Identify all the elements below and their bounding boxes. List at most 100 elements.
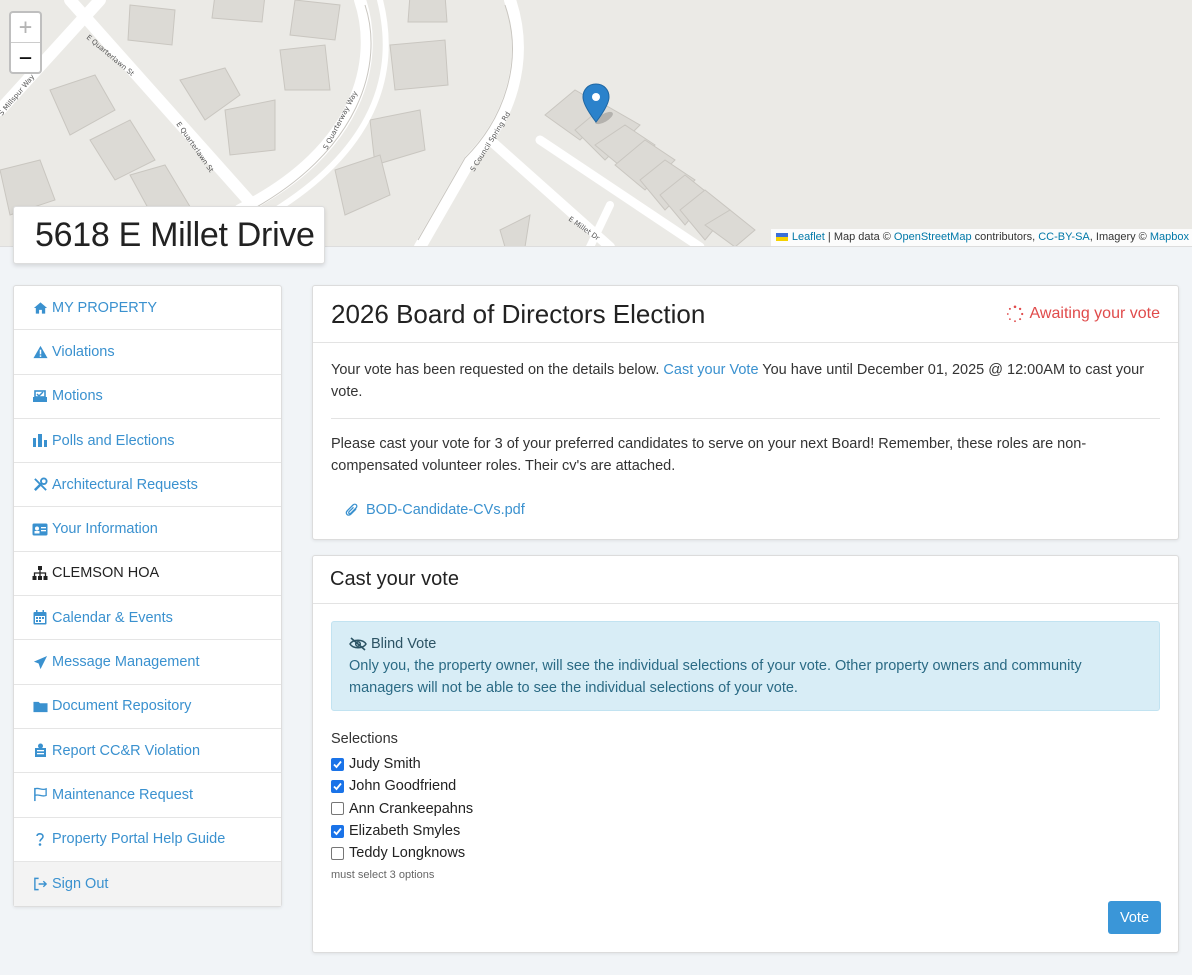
attribution-text: , Imagery ©: [1089, 231, 1150, 243]
ballot-icon: [32, 433, 48, 449]
candidate-option[interactable]: John Goodfriend: [313, 775, 1178, 797]
address-card: 5618 E Millet Drive: [13, 206, 325, 264]
candidate-option[interactable]: Judy Smith: [313, 753, 1178, 775]
sign-out-icon: [32, 876, 48, 892]
vote-title: Cast your vote: [330, 568, 459, 590]
sidebar-item-maintenance-request[interactable]: Maintenance Request: [14, 773, 281, 818]
checkbox-unchecked[interactable]: [331, 802, 344, 816]
warning-icon: [32, 344, 48, 360]
attribution-text: | Map data ©: [824, 231, 894, 243]
alert-title-text: Blind Vote: [371, 636, 437, 652]
report-icon: [32, 743, 48, 759]
selections-label: Selections: [331, 731, 398, 747]
attachment-link[interactable]: BOD-Candidate-CVs.pdf: [331, 499, 1160, 521]
sidebar-item-label: CLEMSON HOA: [52, 565, 160, 582]
leaflet-link[interactable]: Leaflet: [792, 231, 825, 243]
alert-text: Only you, the property owner, will see t…: [349, 658, 1082, 696]
id-card-icon: [32, 521, 48, 537]
license-link[interactable]: CC-BY-SA: [1038, 231, 1090, 243]
status-badge: Awaiting your vote: [1006, 305, 1160, 323]
inbox-icon: [32, 388, 48, 404]
sidebar-item-my-property[interactable]: MY PROPERTY: [14, 286, 281, 331]
mapbox-link[interactable]: Mapbox: [1150, 231, 1189, 243]
candidate-list: Judy Smith John Goodfriend Ann Crankeepahn…: [313, 753, 1178, 864]
sidebar-item-your-information[interactable]: Your Information: [14, 507, 281, 552]
map-attribution: Leaflet | Map data © OpenStreetMap contr…: [770, 229, 1192, 246]
help-icon: [32, 831, 48, 847]
checkbox-checked[interactable]: [331, 779, 344, 793]
flag-icon: [32, 787, 48, 803]
election-panel: 2026 Board of Directors Election Awaitin…: [312, 285, 1179, 540]
sidebar-nav: MY PROPERTY Violations Motions Polls and…: [13, 285, 282, 908]
election-title: 2026 Board of Directors Election: [331, 298, 706, 329]
property-address: 5618 E Millet Drive: [35, 215, 315, 254]
sidebar-item-label: Document Repository: [52, 698, 192, 715]
candidate-option[interactable]: Teddy Longknows: [313, 842, 1178, 864]
election-description: Please cast your vote for 3 of your pref…: [331, 436, 1087, 474]
sitemap-icon: [32, 565, 48, 581]
alert-title: Blind Vote: [349, 633, 1142, 655]
election-intro: Your vote has been requested on the deta…: [331, 359, 1160, 403]
sidebar-item-help-guide[interactable]: Property Portal Help Guide: [14, 818, 281, 862]
sidebar-item-label: Motions: [52, 388, 103, 405]
folder-icon: [32, 698, 48, 714]
intro-text: Your vote has been requested on the deta…: [331, 362, 664, 378]
home-icon: [32, 300, 48, 316]
sidebar-item-label: Sign Out: [52, 876, 109, 892]
sidebar-item-clemson-hoa[interactable]: CLEMSON HOA: [14, 552, 281, 597]
sidebar-item-label: MY PROPERTY: [52, 299, 158, 316]
calendar-icon: [32, 610, 48, 626]
sidebar-item-label: Message Management: [52, 654, 200, 671]
blind-vote-alert: Blind Vote Only you, the property owner,…: [331, 621, 1160, 711]
candidate-name: Judy Smith: [349, 756, 421, 773]
sidebar-item-label: Architectural Requests: [52, 476, 198, 493]
sidebar-item-sign-out[interactable]: Sign Out: [14, 861, 281, 907]
sidebar-item-label: Violations: [52, 343, 115, 360]
sidebar-item-polls-and-elections[interactable]: Polls and Elections: [14, 419, 281, 464]
status-text: Awaiting your vote: [1029, 305, 1160, 322]
ukraine-flag-icon: [775, 233, 788, 241]
candidate-option[interactable]: Elizabeth Smyles: [313, 820, 1178, 842]
paperclip-icon: [345, 503, 358, 516]
zoom-in-button[interactable]: +: [11, 13, 40, 43]
sidebar-item-document-repository[interactable]: Document Repository: [14, 685, 281, 729]
checkbox-checked[interactable]: [331, 757, 344, 771]
candidate-option[interactable]: Ann Crankeepahns: [313, 798, 1178, 820]
divider: [331, 418, 1160, 419]
sidebar-item-label: Your Information: [52, 521, 158, 538]
sidebar-item-label: Maintenance Request: [52, 786, 194, 803]
sidebar-item-message-management[interactable]: Message Management: [14, 640, 281, 685]
checkbox-checked[interactable]: [331, 824, 344, 838]
sidebar-item-motions[interactable]: Motions: [14, 375, 281, 419]
selection-hint: must select 3 options: [331, 869, 435, 882]
svg-text:S Council Spring Rd: S Council Spring Rd: [469, 110, 512, 173]
zoom-control: + −: [9, 11, 42, 74]
sidebar-item-label: Polls and Elections: [52, 432, 175, 449]
candidate-name: Teddy Longknows: [349, 845, 466, 862]
openstreetmap-link[interactable]: OpenStreetMap: [894, 231, 972, 243]
sidebar-item-report-ccr-violation[interactable]: Report CC&R Violation: [14, 729, 281, 774]
sidebar-item-violations[interactable]: Violations: [14, 330, 281, 375]
tools-icon: [32, 477, 48, 493]
election-header: 2026 Board of Directors Election Awaitin…: [313, 286, 1178, 343]
sidebar-item-label: Calendar & Events: [52, 609, 173, 626]
checkbox-unchecked[interactable]: [331, 846, 344, 860]
spinner-icon: [1006, 305, 1023, 323]
election-body: Your vote has been requested on the deta…: [313, 343, 1178, 521]
vote-button[interactable]: Vote: [1108, 901, 1161, 934]
candidate-name: Ann Crankeepahns: [349, 800, 474, 817]
zoom-out-button[interactable]: −: [11, 43, 40, 72]
cast-vote-link[interactable]: Cast your Vote: [663, 362, 758, 378]
paper-plane-icon: [32, 654, 48, 670]
vote-header: Cast your vote: [313, 556, 1178, 604]
sidebar-item-calendar-events[interactable]: Calendar & Events: [14, 596, 281, 641]
vote-panel: Cast your vote Blind Vote Only you, the …: [312, 555, 1179, 953]
eye-slash-icon: [349, 637, 367, 651]
sidebar-item-label: Property Portal Help Guide: [52, 831, 226, 848]
attribution-text: contributors,: [971, 231, 1039, 243]
sidebar-item-label: Report CC&R Violation: [52, 742, 201, 759]
candidate-name: Elizabeth Smyles: [349, 823, 461, 840]
sidebar-item-architectural-requests[interactable]: Architectural Requests: [14, 463, 281, 508]
attachment-name: BOD-Candidate-CVs.pdf: [366, 502, 525, 518]
candidate-name: John Goodfriend: [349, 778, 457, 795]
